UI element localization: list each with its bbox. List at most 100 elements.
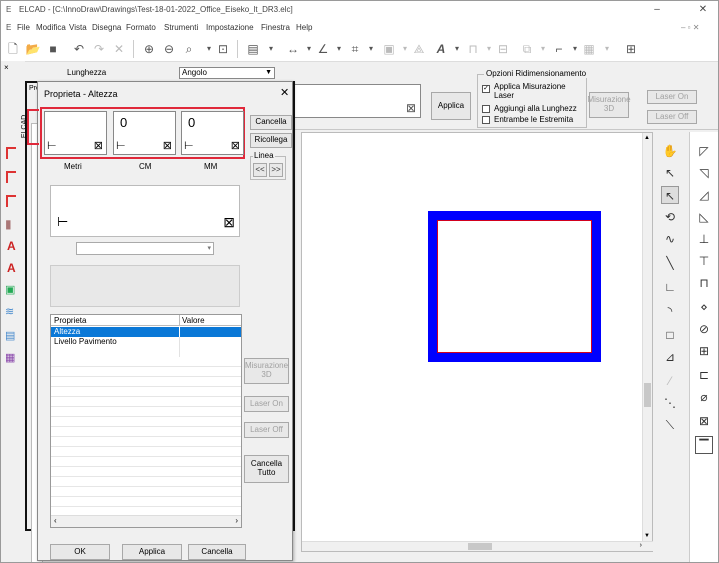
rectangle-icon[interactable]: □ <box>661 326 679 344</box>
scroll-down-icon[interactable]: ▼ <box>644 533 650 539</box>
line-icon[interactable]: ╲ <box>661 254 679 272</box>
cancella-button[interactable]: Cancella <box>250 115 292 130</box>
laser-on-button[interactable]: Laser On <box>244 396 289 412</box>
menu-finestra[interactable]: Finestra <box>261 23 290 32</box>
metri-field[interactable]: ⊢ ⊠ <box>44 111 107 155</box>
text-dropdown-icon[interactable]: ▾ <box>449 41 465 57</box>
dialog-close-icon[interactable]: ✕ <box>280 86 289 99</box>
dimension-icon[interactable]: ↔ <box>285 41 301 57</box>
group-dropdown-icon[interactable]: ▾ <box>535 41 551 57</box>
misurazione-3d-button[interactable]: Misurazione 3D <box>244 358 289 384</box>
doc-tool-icon[interactable]: ▤ <box>5 329 15 342</box>
draw-shape-icon[interactable]: ⌗ <box>347 41 363 57</box>
wall-tool-b-icon[interactable]: ◹ <box>695 164 713 182</box>
room-shape[interactable] <box>428 211 601 362</box>
laser-off-button[interactable]: Laser Off <box>647 110 697 124</box>
next-line-button[interactable]: >> <box>269 163 283 177</box>
block-icon[interactable]: ⊓ <box>465 41 481 57</box>
property-select[interactable]: ▾ <box>76 242 214 255</box>
wall-tool-h-icon[interactable]: ⋄ <box>695 298 713 316</box>
scroll-left-icon[interactable]: ‹ <box>54 516 57 525</box>
minimize-icon[interactable]: – <box>643 3 671 17</box>
menu-impostazione[interactable]: Impostazione <box>206 23 254 32</box>
table-row[interactable]: Altezza <box>51 327 241 337</box>
wall-tool-icon[interactable] <box>6 147 16 159</box>
wall-tool-n-icon[interactable]: ▔ <box>695 436 713 454</box>
menu-help[interactable]: Help <box>296 23 312 32</box>
prev-line-button[interactable]: << <box>253 163 267 177</box>
table-icon[interactable]: ▦ <box>581 41 597 57</box>
scroll-up-icon[interactable]: ▲ <box>644 135 650 141</box>
polyline-icon[interactable]: ⌐ <box>551 41 567 57</box>
slope-icon[interactable]: ⟍ <box>661 416 679 434</box>
zoom-out-icon[interactable]: ⊖ <box>161 41 177 57</box>
wall-tool-d-icon[interactable]: ◺ <box>695 208 713 226</box>
l-shape-icon[interactable]: ∟ <box>661 278 679 296</box>
zoom-extents-icon[interactable]: ⊡ <box>215 41 231 57</box>
wall-tool-e-icon[interactable]: ⊥ <box>695 230 713 248</box>
menu-disegna[interactable]: Disegna <box>92 23 121 32</box>
save-icon[interactable]: ■ <box>45 41 61 57</box>
vscroll-thumb[interactable] <box>644 383 651 407</box>
layer-dropdown-icon[interactable]: ▾ <box>263 41 279 57</box>
misurazione-3d-button[interactable]: Misurazione 3D <box>587 92 631 118</box>
ricollega-button[interactable]: Ricollega <box>250 133 292 148</box>
applica-button[interactable]: Applica <box>431 92 471 120</box>
zoom-window-icon[interactable]: ⌕ <box>181 41 197 57</box>
gallery-tool-icon[interactable]: ▦ <box>5 351 15 364</box>
align-icon[interactable]: ⊟ <box>495 41 511 57</box>
wall-tool-k-icon[interactable]: ⊏ <box>695 366 713 384</box>
text-a2-icon[interactable]: A <box>7 261 16 275</box>
menu-vista[interactable]: Vista <box>69 23 87 32</box>
text-icon[interactable]: A <box>433 41 449 57</box>
laser-checkbox[interactable]: ✓ <box>482 85 490 93</box>
wall-join-icon[interactable] <box>6 195 16 207</box>
applica-button[interactable]: Applica <box>122 544 182 560</box>
dotted-line-icon[interactable]: ⋱ <box>661 394 679 412</box>
mdi-controls-icon[interactable]: – ▫ ✕ <box>681 23 699 32</box>
open-file-icon[interactable]: 📂 <box>25 41 41 57</box>
table-row[interactable]: Livello Pavimento <box>51 337 241 347</box>
close-icon[interactable]: ✕ <box>689 3 717 17</box>
hscroll-thumb[interactable] <box>468 543 492 550</box>
measure-icon[interactable]: ⊿ <box>661 348 679 366</box>
pan-tool-icon[interactable]: ✋ <box>661 142 679 160</box>
scroll-right-icon[interactable]: › <box>640 542 642 549</box>
grid-icon[interactable]: ⊞ <box>623 41 639 57</box>
text-a-icon[interactable]: A <box>7 239 16 253</box>
table-hscrollbar[interactable]: ‹ › <box>51 515 241 527</box>
scroll-right-icon[interactable]: › <box>235 516 238 525</box>
rotate-icon[interactable]: ⟲ <box>661 208 679 226</box>
canvas-vscrollbar[interactable]: ▲ ▼ <box>642 133 652 541</box>
mm-field[interactable]: 0 ⊢ ⊠ <box>181 111 244 155</box>
hatch-icon[interactable]: ⟁ <box>411 41 427 57</box>
wall-tool-c-icon[interactable]: ◿ <box>695 186 713 204</box>
wall-tool-g-icon[interactable]: ⊓ <box>695 274 713 292</box>
cm-field[interactable]: 0 ⊢ ⊠ <box>113 111 176 155</box>
laser-off-button[interactable]: Laser Off <box>244 422 289 438</box>
wall-tool-j-icon[interactable]: ⊞ <box>695 342 713 360</box>
drawing-canvas[interactable]: ▲ ▼ › <box>301 132 654 552</box>
redo-icon[interactable]: ↷ <box>91 41 107 57</box>
door-tool-icon[interactable]: ▮ <box>5 217 12 231</box>
angolo-select[interactable]: Angolo ▼ <box>179 67 275 79</box>
canvas-hscrollbar[interactable]: › <box>302 541 654 551</box>
wall-tool-a-icon[interactable]: ◸ <box>695 142 713 160</box>
group-icon[interactable]: ⧉ <box>519 41 535 57</box>
delete-icon[interactable]: ✕ <box>111 41 127 57</box>
zoom-in-icon[interactable]: ⊕ <box>141 41 157 57</box>
wall-corner-icon[interactable] <box>6 171 16 183</box>
menu-strumenti[interactable]: Strumenti <box>164 23 198 32</box>
wall-tool-f-icon[interactable]: ⊤ <box>695 252 713 270</box>
entrambe-checkbox[interactable] <box>482 116 490 124</box>
aggiungi-checkbox[interactable] <box>482 105 490 113</box>
menu-file[interactable]: File <box>17 23 30 32</box>
arrow-select-icon[interactable]: ↖ <box>661 164 679 182</box>
layers-tool-icon[interactable]: ≋ <box>5 305 14 318</box>
close-strip-icon[interactable]: × <box>4 63 9 72</box>
menu-modifica[interactable]: Modifica <box>36 23 66 32</box>
draw-dropdown-icon[interactable]: ▾ <box>331 41 347 57</box>
wave-icon[interactable]: ∿ <box>661 230 679 248</box>
curve-icon[interactable]: ⁄ <box>661 372 679 390</box>
undo-icon[interactable]: ↶ <box>71 41 87 57</box>
